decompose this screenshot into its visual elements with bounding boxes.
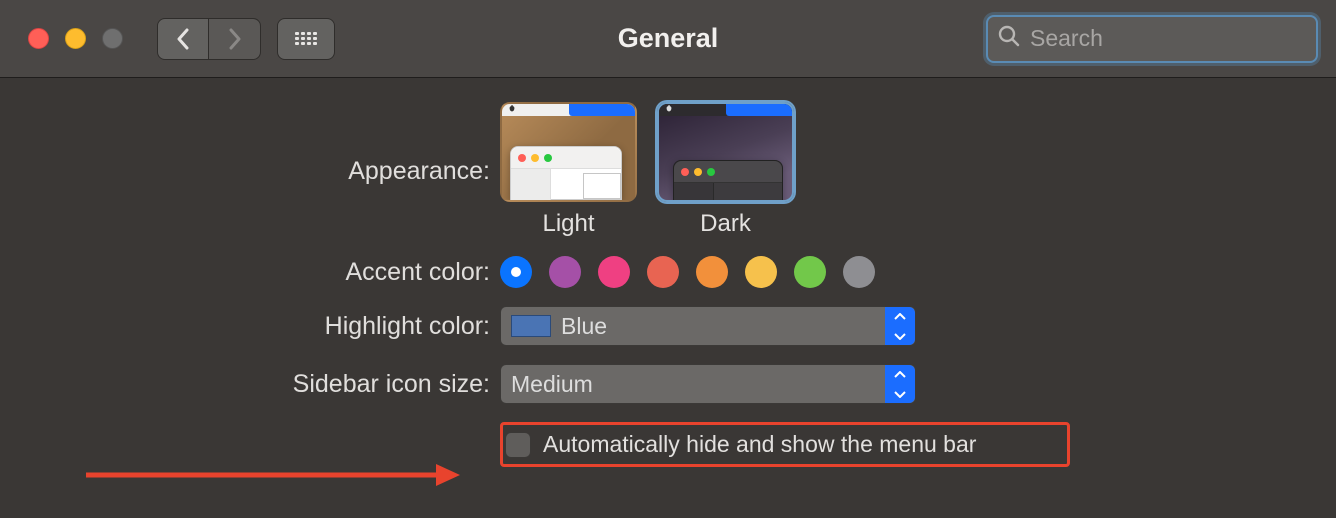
highlight-color-select[interactable]: Blue [500,306,916,346]
window-controls [28,28,123,49]
nav-buttons [157,18,261,60]
auto-hide-menubar-checkbox[interactable] [505,432,531,458]
accent-swatch-7[interactable] [843,256,875,288]
accent-swatch-3[interactable] [647,256,679,288]
appearance-label: Appearance: [0,102,500,186]
sidebar-icon-size-value: Medium [511,371,593,398]
select-stepper [885,307,915,345]
zoom-window-button[interactable] [102,28,123,49]
chevron-up-icon [894,313,906,321]
highlight-color-label: Highlight color: [0,312,500,341]
accent-swatch-6[interactable] [794,256,826,288]
appearance-light-label: Light [500,210,637,238]
annotation-arrow [86,462,460,488]
dark-thumbnail [657,102,794,202]
highlight-color-row: Highlight color: Blue [0,306,1336,346]
search-icon [998,25,1020,53]
accent-color-row: Accent color: [0,256,1336,288]
chevron-down-icon [894,332,906,340]
sidebar-icon-size-select[interactable]: Medium [500,364,916,404]
auto-hide-menubar-row: Automatically hide and show the menu bar [0,422,1336,467]
minimize-window-button[interactable] [65,28,86,49]
sidebar-icon-size-row: Sidebar icon size: Medium [0,364,1336,404]
highlight-swatch [511,315,551,337]
chevron-right-icon [227,28,243,50]
preference-pane: Appearance: Light [0,78,1336,467]
forward-button[interactable] [209,18,261,60]
chevron-left-icon [175,28,191,50]
accent-swatch-1[interactable] [549,256,581,288]
select-stepper [885,365,915,403]
appearance-option-dark[interactable]: Dark [657,102,794,238]
appearance-dark-label: Dark [657,210,794,238]
sidebar-icon-size-label: Sidebar icon size: [0,370,500,399]
auto-hide-menubar-option[interactable]: Automatically hide and show the menu bar [500,422,1070,467]
back-button[interactable] [157,18,209,60]
auto-hide-menubar-label: Automatically hide and show the menu bar [543,431,976,458]
accent-swatches [500,256,875,288]
accent-swatch-4[interactable] [696,256,728,288]
accent-swatch-0[interactable] [500,256,532,288]
window-title: General [618,23,719,54]
accent-color-label: Accent color: [0,258,500,287]
search-field-wrap[interactable] [986,15,1318,63]
highlight-color-value: Blue [561,313,607,340]
show-all-button[interactable] [277,18,335,60]
light-thumbnail [500,102,637,202]
close-window-button[interactable] [28,28,49,49]
appearance-row: Appearance: Light [0,102,1336,238]
search-input[interactable] [1030,25,1326,52]
appearance-option-light[interactable]: Light [500,102,637,238]
accent-swatch-2[interactable] [598,256,630,288]
grid-icon [295,32,317,46]
chevron-down-icon [894,390,906,398]
chevron-up-icon [894,371,906,379]
accent-swatch-5[interactable] [745,256,777,288]
titlebar: General [0,0,1336,78]
